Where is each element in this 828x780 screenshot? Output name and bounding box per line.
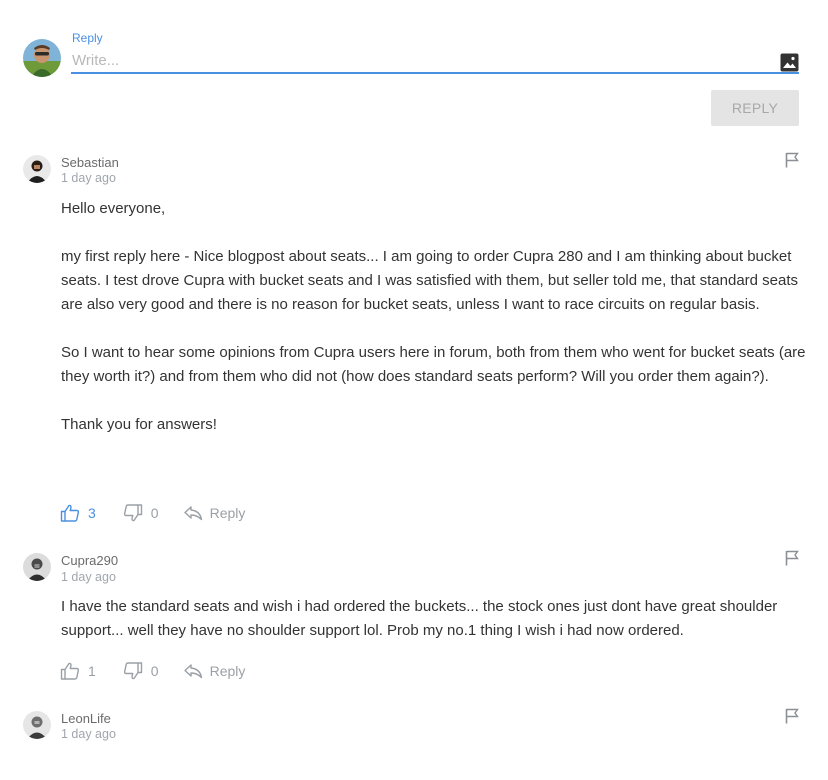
- flag-icon[interactable]: [785, 550, 799, 566]
- comment-timestamp: 1 day ago: [61, 171, 116, 185]
- reply-submit-button[interactable]: REPLY: [711, 90, 799, 126]
- dislike-button[interactable]: 0: [123, 662, 159, 680]
- comment-author[interactable]: LeonLife: [61, 711, 111, 726]
- thumbs-up-icon: [60, 662, 80, 680]
- avatar[interactable]: [23, 553, 51, 581]
- comment-timestamp: 1 day ago: [61, 570, 116, 584]
- like-count: 1: [88, 663, 96, 679]
- flag-icon[interactable]: [785, 152, 799, 168]
- image-upload-icon[interactable]: [780, 53, 799, 72]
- comment-paragraph: So I want to hear some opinions from Cup…: [61, 344, 806, 385]
- thumbs-up-icon: [60, 504, 80, 522]
- comment-paragraph: Thank you for answers!: [61, 416, 217, 433]
- avatar[interactable]: [23, 711, 51, 739]
- comment-actions: 1 0 Reply: [60, 660, 245, 682]
- comment-timestamp: 1 day ago: [61, 727, 116, 741]
- comment-body: Hello everyone, my first reply here - Ni…: [61, 197, 806, 437]
- reply-field-label: Reply: [72, 31, 103, 45]
- reply-input[interactable]: [71, 48, 799, 74]
- comment-paragraph: Hello everyone,: [61, 200, 166, 217]
- reply-arrow-icon: [183, 506, 202, 521]
- reply-button[interactable]: Reply: [183, 663, 246, 679]
- like-button[interactable]: 1: [60, 662, 96, 680]
- like-button[interactable]: 3: [60, 504, 96, 522]
- reply-link: Reply: [209, 663, 246, 679]
- thumbs-down-icon: [123, 662, 142, 680]
- thumbs-down-icon: [123, 504, 142, 522]
- reply-arrow-icon: [183, 664, 202, 679]
- comment-author[interactable]: Cupra290: [61, 553, 118, 568]
- comment-body: I have the standard seats and wish i had…: [61, 595, 806, 643]
- reply-link: Reply: [209, 505, 246, 521]
- dislike-count: 0: [150, 663, 159, 679]
- comment-actions: 3 0 Reply: [60, 502, 245, 524]
- comment-author[interactable]: Sebastian: [61, 155, 119, 170]
- comment-paragraph: my first reply here - Nice blogpost abou…: [61, 248, 799, 313]
- flag-icon[interactable]: [785, 708, 799, 724]
- comment-paragraph: I have the standard seats and wish i had…: [61, 598, 778, 639]
- avatar[interactable]: [23, 155, 51, 183]
- dislike-count: 0: [150, 505, 159, 521]
- current-user-avatar: [23, 39, 61, 77]
- dislike-button[interactable]: 0: [123, 504, 159, 522]
- like-count: 3: [88, 505, 96, 521]
- reply-button[interactable]: Reply: [183, 505, 246, 521]
